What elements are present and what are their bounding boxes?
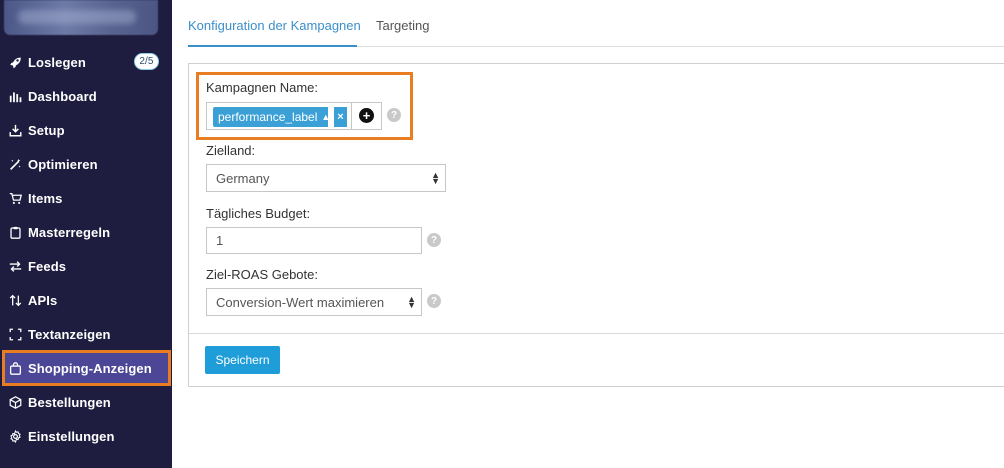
sidebar-item-loslegen[interactable]: Loslegen 2/5: [0, 45, 172, 79]
sidebar-item-dashboard[interactable]: Dashboard: [0, 79, 172, 113]
target-country-label: Zielland:: [206, 143, 256, 158]
sidebar-item-feeds[interactable]: Feeds: [0, 249, 172, 283]
sidebar-item-bestellungen[interactable]: Bestellungen: [0, 385, 172, 419]
sidebar-item-setup[interactable]: Setup: [0, 113, 172, 147]
sidebar-item-label: Setup: [28, 122, 65, 138]
sidebar-item-label: Optimieren: [28, 156, 98, 172]
campaign-config-panel: Kampagnen Name: performance_label ▲︎ × +…: [188, 63, 1004, 387]
save-button[interactable]: Speichern: [205, 346, 280, 374]
sidebar-item-masterregeln[interactable]: Masterregeln: [0, 215, 172, 249]
tag-label: performance_label: [218, 110, 318, 124]
selected-value: Conversion-Wert maximieren: [216, 294, 385, 310]
divider: [351, 102, 352, 130]
roas-label: Ziel-ROAS Gebote:: [206, 267, 318, 282]
gear-icon: [9, 429, 22, 443]
help-icon[interactable]: ?: [387, 108, 401, 122]
campaign-name-tag-input[interactable]: performance_label ▲︎ × +: [206, 102, 382, 130]
download-tray-icon: [9, 124, 22, 137]
tab-targeting[interactable]: Targeting: [376, 18, 429, 33]
frame-corners-icon: [9, 328, 22, 341]
sidebar-item-label: Masterregeln: [28, 224, 111, 240]
sidebar-item-label: Dashboard: [28, 88, 97, 104]
up-down-arrows-icon: [9, 294, 22, 307]
shopping-bag-icon: [9, 361, 22, 375]
cart-icon: [9, 192, 22, 205]
sidebar-item-textanzeigen[interactable]: Textanzeigen: [0, 317, 172, 351]
form-divider: [189, 333, 1004, 334]
brand-logo[interactable]: [4, 0, 158, 35]
daily-budget-input[interactable]: 1: [206, 227, 422, 254]
sort-icon: ▲︎: [321, 112, 331, 122]
bar-chart-icon: [9, 90, 22, 103]
sidebar-item-label: Shopping-Anzeigen: [28, 360, 152, 376]
roas-select[interactable]: Conversion-Wert maximieren ▲ ▼: [206, 288, 422, 316]
add-tag-button[interactable]: +: [359, 108, 374, 123]
active-tab-indicator: [188, 45, 357, 47]
transfer-arrows-icon: [9, 260, 22, 273]
sidebar-item-items[interactable]: Items: [0, 181, 172, 215]
sidebar-item-label: Feeds: [28, 258, 67, 274]
sidebar-item-label: APIs: [28, 292, 58, 308]
sidebar-item-label: Einstellungen: [28, 428, 115, 444]
daily-budget-label: Tägliches Budget:: [206, 206, 311, 221]
help-icon[interactable]: ?: [427, 233, 441, 247]
sidebar-item-label: Loslegen: [28, 54, 86, 70]
magic-wand-icon: [9, 158, 22, 171]
target-country-select[interactable]: Germany ▲ ▼: [206, 164, 446, 192]
select-caret-icon: ▲ ▼: [407, 294, 416, 310]
sidebar: Loslegen 2/5 Dashboard Setup Optimieren …: [0, 0, 172, 468]
clipboard-icon: [9, 226, 22, 239]
box-icon: [9, 395, 22, 409]
select-caret-icon: ▲ ▼: [431, 170, 440, 186]
rocket-icon: [9, 56, 22, 69]
tab-bar: Konfiguration der Kampagnen Targeting: [188, 0, 1004, 47]
sidebar-item-label: Bestellungen: [28, 394, 111, 410]
sidebar-item-label: Textanzeigen: [28, 326, 111, 342]
sidebar-item-optimieren[interactable]: Optimieren: [0, 147, 172, 181]
selected-value: Germany: [216, 170, 270, 186]
sidebar-item-apis[interactable]: APIs: [0, 283, 172, 317]
help-icon[interactable]: ?: [427, 294, 441, 308]
sidebar-item-shopping-anzeigen[interactable]: Shopping-Anzeigen: [2, 350, 171, 386]
campaign-name-label: Kampagnen Name:: [206, 80, 319, 95]
campaign-name-tag[interactable]: performance_label ▲︎: [213, 107, 331, 127]
sidebar-item-label: Items: [28, 190, 63, 206]
tag-remove-button[interactable]: ×: [333, 107, 347, 127]
tab-konfiguration[interactable]: Konfiguration der Kampagnen: [188, 18, 361, 33]
sidebar-item-einstellungen[interactable]: Einstellungen: [0, 419, 172, 453]
progress-badge: 2/5: [134, 53, 159, 70]
